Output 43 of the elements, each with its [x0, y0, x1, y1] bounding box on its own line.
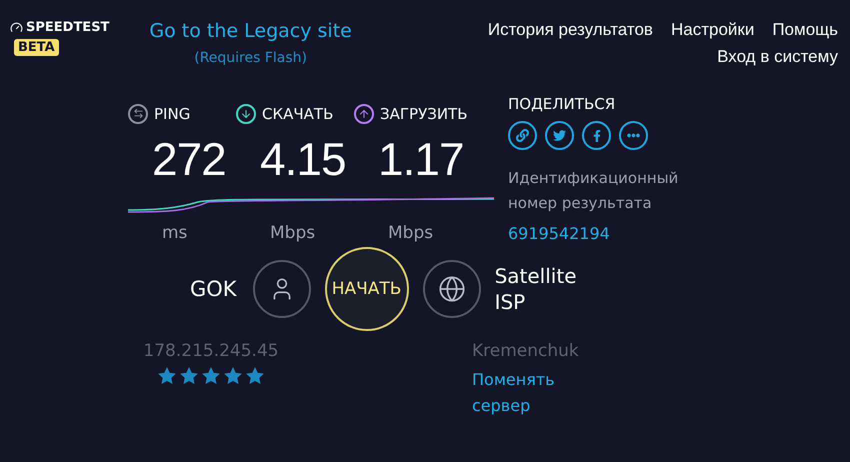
client-name: GOK [190, 277, 237, 301]
metric-value: 272 [151, 132, 226, 188]
result-id-link[interactable]: 6919542194 [508, 224, 708, 243]
metric-value: 1.17 [377, 132, 464, 188]
nav-link[interactable]: История результатов [488, 20, 653, 40]
bird-icon [553, 129, 566, 142]
gauge-icon [10, 21, 23, 34]
f-share-button[interactable] [582, 121, 611, 150]
change-server-link[interactable]: Поменять сервер [472, 367, 582, 419]
metric-label: СКАЧАТЬ [262, 104, 334, 123]
beta-badge: BETA [14, 39, 59, 56]
link-share-button[interactable] [508, 121, 537, 150]
metric-label: PING [154, 104, 190, 123]
user-icon [252, 260, 311, 318]
nav-link[interactable]: Помощь [772, 20, 838, 40]
metric-value: 4.15 [259, 132, 346, 188]
star-icon [246, 367, 264, 385]
metric-label: ЗАГРУЗИТЬ [380, 104, 468, 123]
download-icon [236, 104, 256, 124]
server-location: Kremenchuk [472, 341, 580, 361]
more-button[interactable] [619, 121, 648, 150]
metric-unit: Mbps [269, 223, 316, 243]
result-id-label: Идентификационный номер результата [508, 168, 680, 214]
legacy-site-link[interactable]: Go to the Legacy site [149, 20, 352, 42]
star-icon [224, 367, 242, 385]
logo-text: SPEEDTEST [26, 20, 110, 35]
star-icon [158, 367, 176, 385]
login-link[interactable]: Вход в систему [717, 47, 838, 67]
nav-link[interactable]: Настройки [670, 20, 754, 40]
ip-address: 178.215.245.45 [143, 341, 279, 361]
server-provider: Satellite ISP [494, 263, 578, 315]
ping-icon [128, 104, 148, 124]
link-icon [516, 129, 529, 142]
legacy-note: (Requires Flash) [194, 50, 308, 66]
bird-share-button[interactable] [545, 121, 574, 150]
start-button[interactable]: НАЧАТЬ [324, 247, 409, 331]
star-icon [180, 367, 198, 385]
share-title: ПОДЕЛИТЬСЯ [508, 95, 616, 113]
metric-unit: Mbps [387, 223, 434, 243]
star-icon [202, 367, 220, 385]
metric-unit: ms [161, 223, 188, 243]
upload-icon [354, 104, 374, 124]
globe-icon [422, 260, 481, 318]
